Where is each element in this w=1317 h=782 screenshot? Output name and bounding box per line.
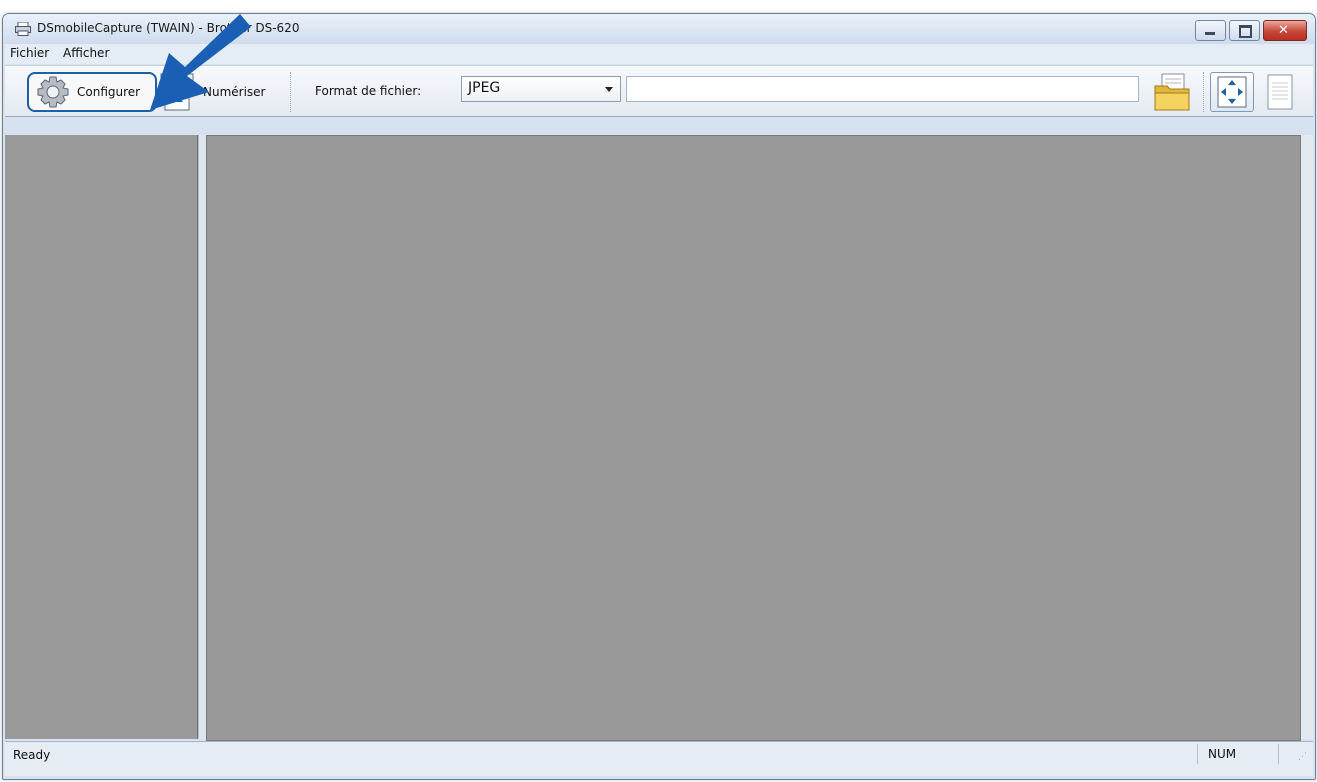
num-lock-pane: NUM — [1197, 744, 1279, 764]
minimize-icon — [1205, 32, 1215, 35]
scanner-icon — [160, 73, 194, 111]
toolbar-separator — [290, 72, 292, 112]
chevron-down-icon — [605, 87, 613, 92]
menu-afficher[interactable]: Afficher — [58, 44, 114, 62]
page-view-icon — [1267, 74, 1293, 110]
scan-label: Numériser — [203, 85, 266, 99]
save-path-input[interactable] — [626, 76, 1139, 102]
thumbnail-panel[interactable] — [5, 135, 198, 739]
toolbar: Configurer Numériser Format de fichier: … — [5, 65, 1313, 117]
page-view-button[interactable] — [1260, 72, 1300, 112]
window-title: DSmobileCapture (TWAIN) - Brother DS-620 — [37, 21, 300, 35]
title-bar[interactable]: DSmobileCapture (TWAIN) - Brother DS-620… — [3, 14, 1315, 44]
menu-bar: Fichier Afficher — [5, 44, 1313, 64]
folder-icon — [1154, 73, 1190, 111]
file-format-select[interactable]: JPEG — [461, 76, 621, 102]
resize-grip-icon[interactable]: ⋰ — [1298, 752, 1307, 762]
close-icon: ✕ — [1278, 23, 1289, 38]
window-controls: ✕ — [1195, 20, 1307, 41]
status-text: Ready — [13, 748, 51, 762]
gear-icon — [37, 76, 69, 108]
num-lock-indicator: NUM — [1208, 747, 1237, 761]
minimize-button[interactable] — [1195, 20, 1226, 41]
configure-button[interactable]: Configurer — [27, 72, 157, 112]
file-format-label: Format de fichier: — [315, 84, 422, 98]
image-preview-area[interactable] — [206, 135, 1301, 741]
fit-to-window-button[interactable] — [1210, 72, 1254, 112]
maximize-button[interactable] — [1229, 20, 1260, 41]
toolbar-separator — [1203, 72, 1205, 112]
configure-label: Configurer — [77, 85, 141, 99]
fit-to-window-icon — [1217, 76, 1247, 108]
scan-button[interactable]: Numériser — [157, 72, 284, 112]
status-bar: Ready NUM ⋰ — [5, 741, 1313, 776]
file-format-value: JPEG — [468, 80, 501, 96]
maximize-icon — [1239, 25, 1252, 38]
browse-folder-button[interactable] — [1150, 72, 1194, 112]
app-window: DSmobileCapture (TWAIN) - Brother DS-620… — [2, 13, 1316, 780]
close-button[interactable]: ✕ — [1263, 20, 1307, 41]
printer-icon — [15, 22, 31, 36]
menu-fichier[interactable]: Fichier — [5, 44, 54, 62]
window-right-edge — [1301, 135, 1313, 739]
